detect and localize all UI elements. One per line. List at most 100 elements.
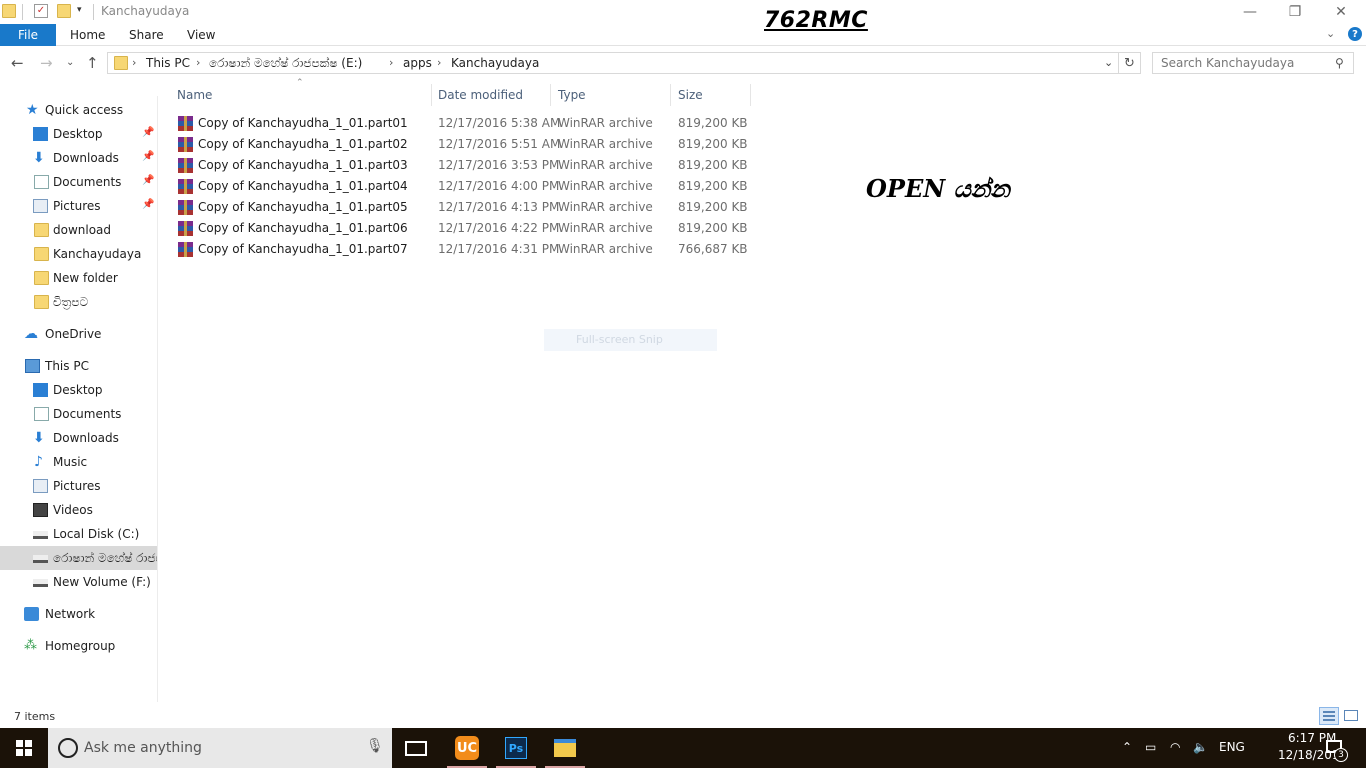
tab-home[interactable]: Home	[70, 28, 105, 42]
language-indicator[interactable]: ENG	[1219, 740, 1245, 754]
search-box[interactable]: ⚲	[1152, 52, 1354, 74]
file-row[interactable]: Copy of Kanchayudha_1_01.part04 12/17/20…	[168, 176, 758, 197]
up-button[interactable]: ↑	[86, 54, 99, 72]
chevron-right-icon[interactable]: ›	[389, 56, 393, 69]
start-button[interactable]	[0, 728, 48, 768]
task-view-button[interactable]	[392, 728, 440, 768]
address-dropdown-icon[interactable]: ⌄	[1104, 56, 1113, 69]
nav-item-desktop[interactable]: Desktop 📌	[0, 122, 157, 146]
nav-homegroup[interactable]: ⁂ Homegroup	[0, 634, 157, 658]
file-type: WinRAR archive	[558, 242, 653, 256]
nav-pc-local-disk-c[interactable]: Local Disk (C:)	[0, 522, 157, 546]
show-hidden-icons-icon[interactable]: ⌃	[1122, 740, 1132, 754]
back-button[interactable]: ←	[11, 54, 24, 72]
folder-icon	[34, 247, 49, 261]
nav-item-films[interactable]: චිත්‍රපට	[0, 290, 157, 314]
file-type: WinRAR archive	[558, 200, 653, 214]
taskbar-photoshop[interactable]: Ps	[492, 728, 540, 768]
microphone-icon[interactable]: 🎙	[366, 738, 384, 754]
nav-pc-music[interactable]: ♪ Music	[0, 450, 157, 474]
file-row[interactable]: Copy of Kanchayudha_1_01.part02 12/17/20…	[168, 134, 758, 155]
nav-label: This PC	[45, 359, 89, 373]
pin-icon[interactable]: 📌	[142, 199, 154, 210]
column-name[interactable]: Name	[168, 84, 432, 106]
taskbar-uc-browser[interactable]: UC	[443, 728, 491, 768]
column-date-modified[interactable]: Date modified	[432, 84, 551, 106]
large-icons-view-button[interactable]	[1342, 707, 1360, 725]
drive-icon	[33, 579, 48, 587]
computer-icon	[25, 359, 40, 373]
pin-icon[interactable]: 📌	[142, 151, 154, 162]
taskbar-file-explorer[interactable]	[541, 728, 589, 768]
nav-label: Downloads	[53, 151, 119, 165]
properties-icon[interactable]: ✓	[34, 4, 48, 18]
help-icon[interactable]: ?	[1348, 27, 1362, 41]
nav-label: Pictures	[53, 479, 101, 493]
chevron-right-icon[interactable]: ›	[437, 56, 441, 69]
nav-this-pc[interactable]: This PC	[0, 354, 157, 378]
customize-quick-access-icon[interactable]: ▾	[77, 5, 82, 15]
battery-icon[interactable]: ▭	[1145, 740, 1156, 754]
file-type: WinRAR archive	[558, 221, 653, 235]
nav-quick-access[interactable]: ★ Quick access	[0, 98, 157, 122]
new-folder-icon[interactable]	[57, 4, 71, 18]
nav-network[interactable]: Network	[0, 602, 157, 626]
column-type[interactable]: Type	[551, 84, 671, 106]
search-input[interactable]	[1153, 53, 1329, 73]
file-row[interactable]: Copy of Kanchayudha_1_01.part06 12/17/20…	[168, 218, 758, 239]
address-bar[interactable]: › This PC › රොෂාන් මහේෂ් රාජපක්ෂ (E:) › …	[107, 52, 1119, 74]
refresh-button[interactable]: ↻	[1119, 52, 1141, 74]
file-row[interactable]: Copy of Kanchayudha_1_01.part03 12/17/20…	[168, 155, 758, 176]
wifi-icon[interactable]: ◠	[1170, 740, 1180, 754]
nav-item-new-folder[interactable]: New folder	[0, 266, 157, 290]
nav-item-download[interactable]: download	[0, 218, 157, 242]
nav-item-pictures[interactable]: Pictures 📌	[0, 194, 157, 218]
recent-locations-icon[interactable]: ⌄	[66, 57, 74, 68]
nav-item-downloads[interactable]: ⬇ Downloads 📌	[0, 146, 157, 170]
maximize-button[interactable]: ❐	[1272, 0, 1318, 24]
chevron-right-icon[interactable]: ›	[132, 56, 136, 69]
homegroup-icon: ⁂	[24, 638, 37, 653]
file-row[interactable]: Copy of Kanchayudha_1_01.part01 12/17/20…	[168, 113, 758, 134]
breadcrumb-kanchayudaya[interactable]: Kanchayudaya	[451, 56, 539, 70]
breadcrumb-apps[interactable]: apps	[403, 56, 432, 70]
nav-pc-pictures[interactable]: Pictures	[0, 474, 157, 498]
column-size[interactable]: Size	[671, 84, 751, 106]
downloads-icon: ⬇	[33, 430, 45, 446]
pin-icon[interactable]: 📌	[142, 127, 154, 138]
nav-item-documents[interactable]: Documents 📌	[0, 170, 157, 194]
cortana-search-box[interactable]: Ask me anything 🎙	[48, 728, 392, 768]
cortana-placeholder: Ask me anything	[84, 740, 202, 756]
nav-item-kanchayudaya[interactable]: Kanchayudaya	[0, 242, 157, 266]
videos-icon	[33, 503, 48, 517]
search-icon[interactable]: ⚲	[1335, 56, 1344, 70]
volume-icon[interactable]: 🔈	[1193, 740, 1208, 754]
divider	[93, 4, 94, 20]
documents-icon	[34, 407, 49, 421]
nav-pc-drive-e[interactable]: රොෂාන් මහේෂ් රාජපක්ෂ (E:)	[0, 546, 157, 570]
tab-file[interactable]: File	[0, 24, 56, 46]
chevron-right-icon[interactable]: ›	[196, 56, 200, 69]
nav-onedrive[interactable]: ☁ OneDrive	[0, 322, 157, 346]
window-title: Kanchayudaya	[101, 4, 190, 18]
file-row[interactable]: Copy of Kanchayudha_1_01.part07 12/17/20…	[168, 239, 758, 260]
nav-pc-documents[interactable]: Documents	[0, 402, 157, 426]
nav-label: Music	[53, 455, 88, 469]
nav-label: Kanchayudaya	[53, 247, 142, 261]
forward-button[interactable]: →	[40, 54, 53, 72]
nav-pc-new-volume-f[interactable]: New Volume (F:)	[0, 570, 157, 594]
breadcrumb-this-pc[interactable]: This PC	[146, 56, 190, 70]
details-view-button[interactable]	[1319, 707, 1339, 725]
expand-ribbon-icon[interactable]: ⌄	[1326, 27, 1335, 40]
close-button[interactable]: ✕	[1318, 0, 1364, 24]
tab-view[interactable]: View	[187, 28, 215, 42]
nav-pc-downloads[interactable]: ⬇ Downloads	[0, 426, 157, 450]
breadcrumb-drive-e[interactable]: රොෂාන් මහේෂ් රාජපක්ෂ (E:)	[209, 56, 362, 71]
file-row[interactable]: Copy of Kanchayudha_1_01.part05 12/17/20…	[168, 197, 758, 218]
file-date: 12/17/2016 4:22 PM	[438, 221, 560, 235]
nav-pc-videos[interactable]: Videos	[0, 498, 157, 522]
minimize-button[interactable]: —	[1227, 0, 1273, 24]
tab-share[interactable]: Share	[129, 28, 164, 42]
nav-pc-desktop[interactable]: Desktop	[0, 378, 157, 402]
pin-icon[interactable]: 📌	[142, 175, 154, 186]
